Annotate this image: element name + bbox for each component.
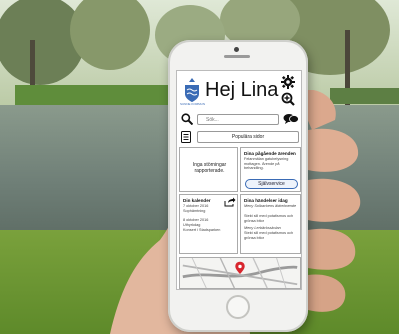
chat-bubbles-icon[interactable] xyxy=(283,113,299,125)
logo-text: SUNNE KOMMUN xyxy=(180,102,206,106)
cases-title: Dina pågående ärenden xyxy=(244,151,296,156)
app-header: SUNNE KOMMUN Hej Lina xyxy=(177,71,301,111)
disruptions-message: Inga störningar rapporterade. xyxy=(192,162,227,174)
calendar-event-1: Sophämtning xyxy=(183,209,206,213)
cases-tile[interactable]: Dina pågående ärenden Felanmälan gatubel… xyxy=(240,147,301,192)
calendar-event-3: Konsert i Stadsparken xyxy=(183,228,221,232)
events-title: Dina händelser idag xyxy=(244,198,288,203)
search-input[interactable] xyxy=(197,114,279,125)
map-graphic xyxy=(182,258,298,288)
self-service-button[interactable]: Självservice xyxy=(245,179,298,189)
search-row xyxy=(181,113,299,127)
greeting-title: Hej Lina xyxy=(205,79,279,101)
search-icon[interactable] xyxy=(181,113,193,125)
events-item-2-title: Meny Lerbäcksskolan xyxy=(244,226,281,230)
map-widget[interactable] xyxy=(179,257,301,289)
speaker xyxy=(224,55,250,58)
gear-icon[interactable] xyxy=(281,75,295,89)
calendar-tile[interactable]: Din kalender 7 oktober 2016 Sophämtning … xyxy=(179,194,238,254)
disruptions-tile[interactable]: Inga störningar rapporterade. xyxy=(179,147,238,192)
events-item-1-title: Meny Solbackens äldreboende xyxy=(244,204,297,208)
home-button[interactable] xyxy=(226,295,250,319)
events-item-1-text: Stekt sill med potatismos och grönsa bit… xyxy=(244,214,294,223)
calendar-date-1: 7 oktober 2016 xyxy=(183,204,209,208)
cases-text: Felanmälan gatubelysning mottagen. Ärend… xyxy=(244,157,289,171)
events-item-2-text: Stekt sill med potatismos och grönsa bit… xyxy=(244,231,294,240)
dashboard-tiles: Inga störningar rapporterade. Dina pågåe… xyxy=(179,147,301,255)
municipality-logo xyxy=(185,78,199,102)
document-list-icon xyxy=(181,131,191,143)
popular-pages-row: Populära sidor xyxy=(181,131,299,144)
share-icon[interactable] xyxy=(224,197,236,207)
events-tile[interactable]: Dina händelser idag Meny Solbackens äldr… xyxy=(240,194,301,254)
calendar-title: Din kalender xyxy=(183,198,211,203)
front-camera xyxy=(234,47,239,52)
calendar-date-2: 8 oktober 2016 xyxy=(183,218,209,222)
calendar-event-2: Uthyrkdag xyxy=(183,223,201,227)
app-screen: SUNNE KOMMUN Hej Lina Sök... Populära si… xyxy=(176,70,302,290)
zoom-in-icon[interactable] xyxy=(281,92,295,106)
popular-pages-button[interactable]: Populära sidor xyxy=(197,131,299,143)
map-pin-icon[interactable] xyxy=(235,261,245,274)
